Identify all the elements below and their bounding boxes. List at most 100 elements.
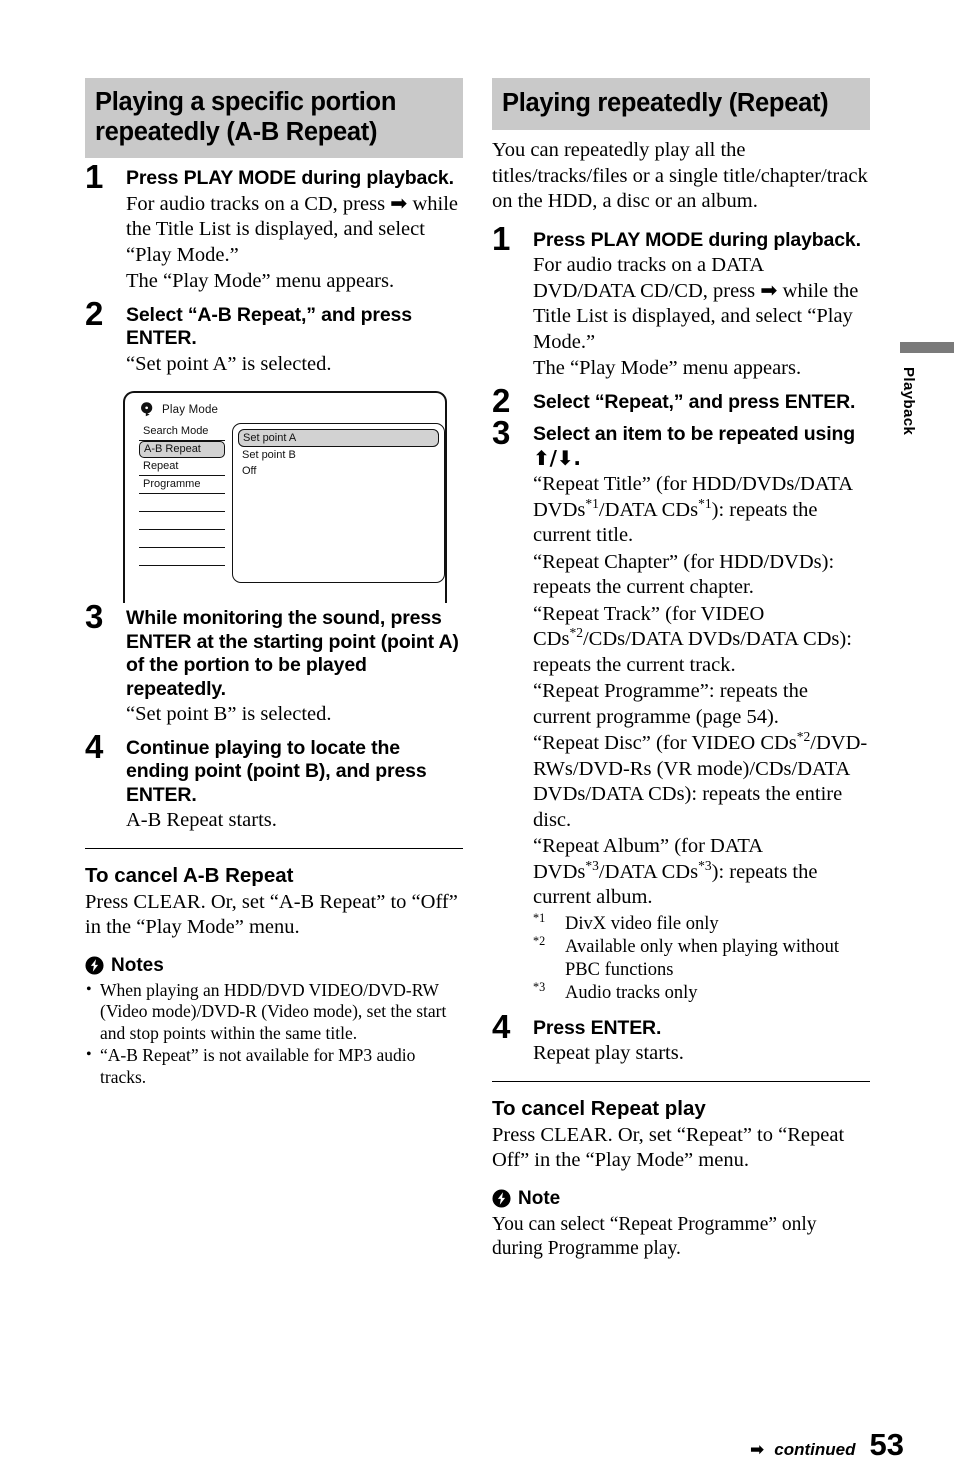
step-number: 2 [85, 294, 104, 332]
step-number: 1 [85, 158, 104, 195]
step-detail: “Set point A” is selected. [126, 352, 332, 375]
repeat-item: “Repeat Track” (for VIDEO CDs*2/CDs/DATA… [533, 602, 870, 679]
osd-body: Search Mode A-B Repeat Repeat Programme … [139, 423, 445, 583]
repeat-item: “Repeat Disc” (for VIDEO CDs*2/DVD-RWs/D… [533, 730, 870, 833]
step-2-repeat: 2 Select “Repeat,” and press ENTER. [492, 384, 870, 417]
step-heading: Select “Repeat,” and press ENTER. [533, 390, 856, 413]
step-detail: For audio tracks on a CD, press ➡ while … [126, 192, 459, 266]
footnote-mark: *1 [533, 910, 546, 925]
step-detail: The “Play Mode” menu appears. [533, 357, 802, 379]
osd-menu-item-empty [139, 548, 225, 566]
step-heading: Select an item to be repeated using ⬆/⬇. [533, 423, 870, 471]
osd-menu-item-search-mode[interactable]: Search Mode [139, 423, 225, 441]
note-body: You can select “Repeat Programme” only d… [492, 1213, 817, 1259]
step-heading: Continue playing to locate the ending po… [126, 736, 427, 806]
step-heading-text: Select an item to be repeated using [533, 423, 856, 445]
repeat-item-name: “Repeat Programme” [533, 680, 709, 702]
step-detail: “Set point B” is selected. [126, 703, 332, 725]
osd-menu-item-empty [139, 512, 225, 530]
note-heading-row: Note [492, 1188, 870, 1210]
footnote-text: Available only when playing without PBC … [565, 936, 840, 980]
step-heading: Press ENTER. [533, 1016, 662, 1039]
osd-option-set-point-a[interactable]: Set point A [238, 429, 439, 447]
osd-menu-item-empty [139, 494, 225, 512]
step-number: 4 [492, 1007, 511, 1045]
repeat-item: “Repeat Chapter” (for HDD/DVDs): repeats… [533, 550, 870, 601]
footnote-item: *1 DivX video file only [533, 910, 870, 936]
osd-menu-item-ab-repeat[interactable]: A-B Repeat [139, 441, 225, 458]
repeat-item: “Repeat Album” (for DATA DVDs*3/DATA CDs… [533, 834, 870, 911]
note-item: “A-B Repeat” is not available for MP3 au… [85, 1044, 463, 1088]
side-tab-label: Playback [900, 367, 917, 436]
section-title-ab-repeat: Playing a specific portion repeatedly (A… [85, 78, 463, 158]
osd-option-set-point-b[interactable]: Set point B [238, 447, 439, 463]
step-number: 1 [492, 219, 511, 257]
step-detail: For audio tracks on a DATA DVD/DATA CD/C… [533, 254, 859, 353]
footnote-mark: *2 [533, 933, 546, 948]
step-3-ab: 3 While monitoring the sound, press ENTE… [85, 600, 463, 728]
repeat-item: “Repeat Title” (for HDD/DVDs/DATA DVDs*1… [533, 472, 870, 549]
cancel-ab-repeat-heading: To cancel A-B Repeat [85, 863, 294, 887]
step-3-repeat: 3 Select an item to be repeated using ⬆/… [492, 416, 870, 1005]
repeat-item-scope: (for HDD/DVDs) [683, 550, 829, 573]
step-heading: Press PLAY MODE during playback. [126, 167, 454, 189]
step-2-ab: 2 Select “A-B Repeat,” and press ENTER. … [85, 297, 463, 378]
notes-heading-row: Notes [85, 955, 463, 977]
step-detail: A-B Repeat starts. [126, 809, 277, 831]
repeat-intro: You can repeatedly play all the titles/t… [492, 139, 868, 212]
lightning-bolt-icon [492, 1189, 511, 1208]
step-heading: Select “A-B Repeat,” and press ENTER. [126, 303, 412, 350]
page-number: 53 [869, 1427, 904, 1462]
continued-arrow-icon: ➡ [750, 1440, 765, 1460]
footnote-list: *1 DivX video file only *2 Available onl… [533, 910, 870, 1005]
osd-option-off[interactable]: Off [238, 463, 439, 479]
note-heading-text: Note [518, 1187, 561, 1209]
step-number: 4 [85, 727, 104, 765]
step-4-ab: 4 Continue playing to locate the ending … [85, 730, 463, 834]
cancel-repeat-heading: To cancel Repeat play [492, 1096, 706, 1120]
manual-page: Playing a specific portion repeatedly (A… [0, 0, 954, 1483]
section-divider [492, 1080, 870, 1082]
osd-menu-item-programme[interactable]: Programme [139, 476, 225, 494]
footnote-mark: *3 [533, 979, 546, 994]
step-number: 2 [492, 381, 511, 419]
osd-option-panel: Set point A Set point B Off [232, 423, 445, 583]
repeat-item: “Repeat Programme”: repeats the current … [533, 679, 870, 730]
section-divider [85, 847, 463, 849]
notes-list: When playing an HDD/DVD VIDEO/DVD-RW (Vi… [85, 979, 463, 1089]
up-down-arrows-icon: ⬆/⬇. [533, 445, 581, 470]
repeat-item-name: “Repeat Disc” [533, 732, 651, 754]
repeat-item-name: “Repeat Title” [533, 473, 651, 495]
step-number: 3 [85, 598, 104, 635]
continued-label: continued [774, 1440, 856, 1459]
step-number: 3 [492, 414, 511, 451]
lightning-bolt-icon [85, 956, 104, 975]
footnote-item: *3 Audio tracks only [533, 979, 870, 1005]
step-heading: Press PLAY MODE during playback. [533, 228, 861, 251]
osd-menu-item-repeat[interactable]: Repeat [139, 458, 225, 476]
step-detail: The “Play Mode” menu appears. [126, 270, 395, 292]
note-item: When playing an HDD/DVD VIDEO/DVD-RW (Vi… [85, 979, 463, 1045]
step-detail: Repeat play starts. [533, 1042, 684, 1064]
notes-heading-text: Notes [111, 954, 164, 976]
osd-menu-item-empty [139, 530, 225, 548]
side-tab-bar [900, 342, 954, 353]
right-column: Playing repeatedly (Repeat) You can repe… [492, 78, 870, 1261]
osd-title-row: Play Mode [139, 401, 445, 418]
step-1-repeat: 1 Press PLAY MODE during playback. For a… [492, 222, 870, 382]
repeat-item-name: “Repeat Chapter” [533, 550, 679, 573]
osd-illustration: Play Mode Search Mode A-B Repeat Repeat … [123, 391, 447, 603]
repeat-item-name: “Repeat Track” [533, 602, 660, 625]
disc-icon [141, 402, 153, 417]
section-title-repeat: Playing repeatedly (Repeat) [492, 78, 870, 130]
cancel-ab-repeat-body: Press CLEAR. Or, set “A-B Repeat” to “Of… [85, 890, 458, 939]
repeat-item-name: “Repeat Album” [533, 835, 670, 857]
footnote-text: DivX video file only [565, 913, 719, 934]
footnote-text: Audio tracks only [565, 982, 698, 1003]
osd-title-text: Play Mode [162, 403, 219, 416]
footnote-item: *2 Available only when playing without P… [533, 933, 870, 982]
osd-menu-list: Search Mode A-B Repeat Repeat Programme [139, 423, 225, 583]
page-footer: ➡ continued 53 [750, 1427, 904, 1463]
step-heading: While monitoring the sound, press ENTER … [126, 607, 459, 700]
step-4-repeat: 4 Press ENTER. Repeat play starts. [492, 1010, 870, 1067]
